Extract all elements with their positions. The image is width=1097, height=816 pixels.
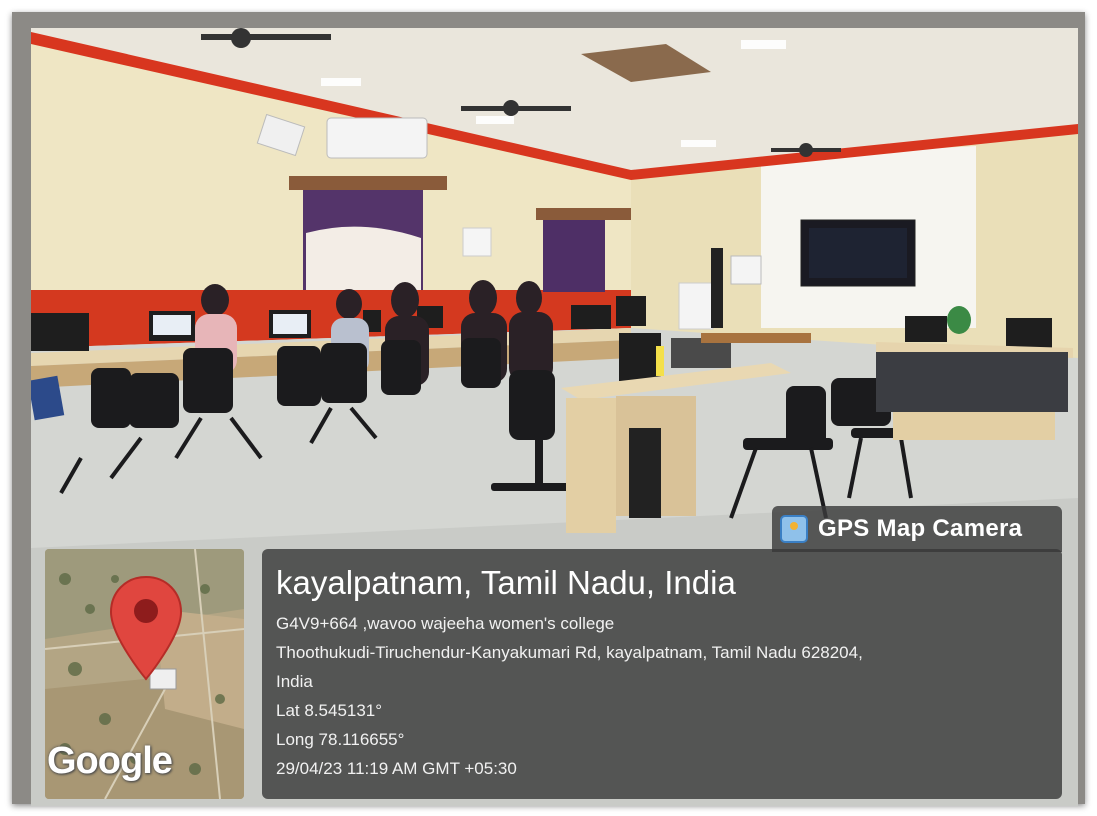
plus-code-line: G4V9+664 ,wavoo wajeeha women's college bbox=[276, 614, 615, 633]
app-badge-label: GPS Map Camera bbox=[818, 515, 1023, 542]
location-title: kayalpatnam, Tamil Nadu, India bbox=[276, 564, 736, 601]
map-pin-icon bbox=[109, 575, 183, 681]
datetime-line: 29/04/23 11:19 AM GMT +05:30 bbox=[276, 759, 517, 778]
latitude-line: Lat 8.545131° bbox=[276, 701, 383, 720]
google-attribution: Google bbox=[47, 740, 173, 782]
address-line-1: Thoothukudi-Tiruchendur-Kanyakumari Rd, … bbox=[276, 643, 863, 662]
address-line-2: India bbox=[276, 672, 313, 691]
gps-map-camera-badge: GPS Map Camera bbox=[772, 506, 1062, 552]
location-info-panel: kayalpatnam, Tamil Nadu, India G4V9+664 … bbox=[262, 549, 1062, 799]
satellite-map-thumbnail: Google bbox=[45, 549, 244, 799]
longitude-line: Long 78.116655° bbox=[276, 730, 405, 749]
gps-map-camera-app-icon bbox=[780, 515, 808, 543]
